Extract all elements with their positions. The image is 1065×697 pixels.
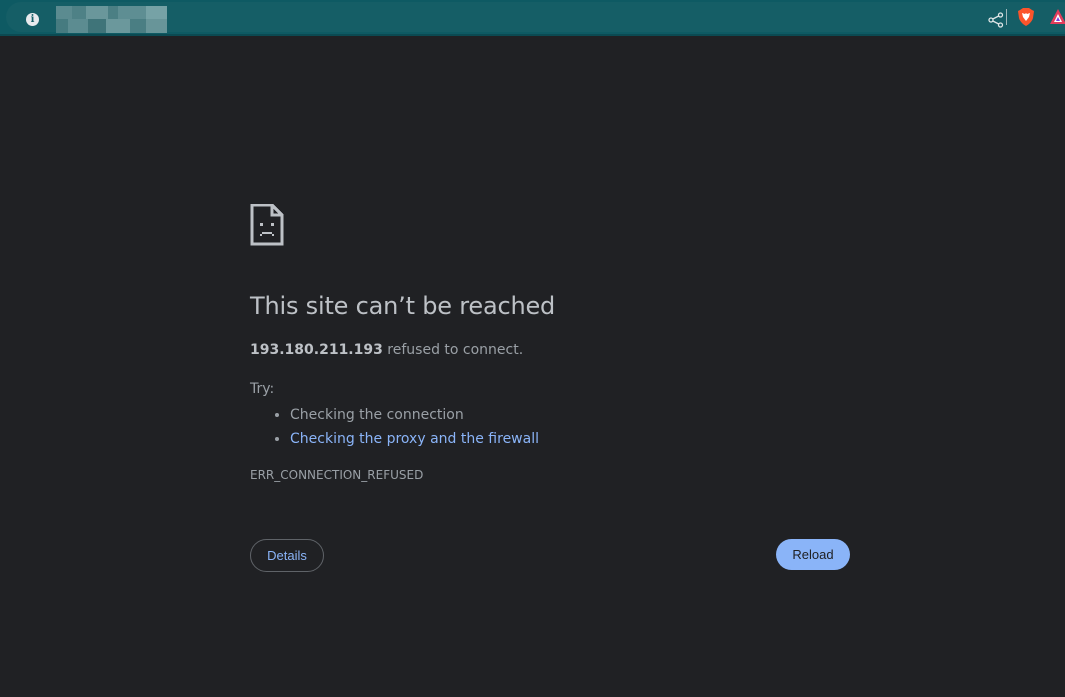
suggestion-list: Checking the connection Checking the pro… xyxy=(250,403,539,451)
address-bar[interactable]: i xyxy=(6,2,1065,33)
error-code: ERR_CONNECTION_REFUSED xyxy=(250,468,424,482)
info-icon[interactable]: i xyxy=(26,13,39,26)
page-title: This site can’t be reached xyxy=(250,292,556,320)
brave-rewards-icon[interactable] xyxy=(1049,8,1065,26)
try-label: Try: xyxy=(250,381,275,397)
reload-button[interactable]: Reload xyxy=(776,539,850,570)
browser-toolbar: i xyxy=(0,0,1065,36)
error-description: 193.180.211.193 refused to connect. xyxy=(250,342,523,358)
details-button[interactable]: Details xyxy=(250,539,324,572)
share-icon[interactable] xyxy=(987,11,1005,29)
suggestion-check-connection: Checking the connection xyxy=(290,403,539,427)
host-address: 193.180.211.193 xyxy=(250,342,383,358)
suggestion-proxy-firewall-link[interactable]: Checking the proxy and the firewall xyxy=(290,431,539,447)
refused-text: refused to connect. xyxy=(382,342,524,358)
url-redacted xyxy=(56,6,167,33)
suggestion-proxy-firewall-item: Checking the proxy and the firewall xyxy=(290,427,539,451)
toolbar-divider xyxy=(1006,9,1007,25)
sad-page-icon xyxy=(250,204,284,246)
brave-shields-icon[interactable] xyxy=(1016,7,1036,27)
